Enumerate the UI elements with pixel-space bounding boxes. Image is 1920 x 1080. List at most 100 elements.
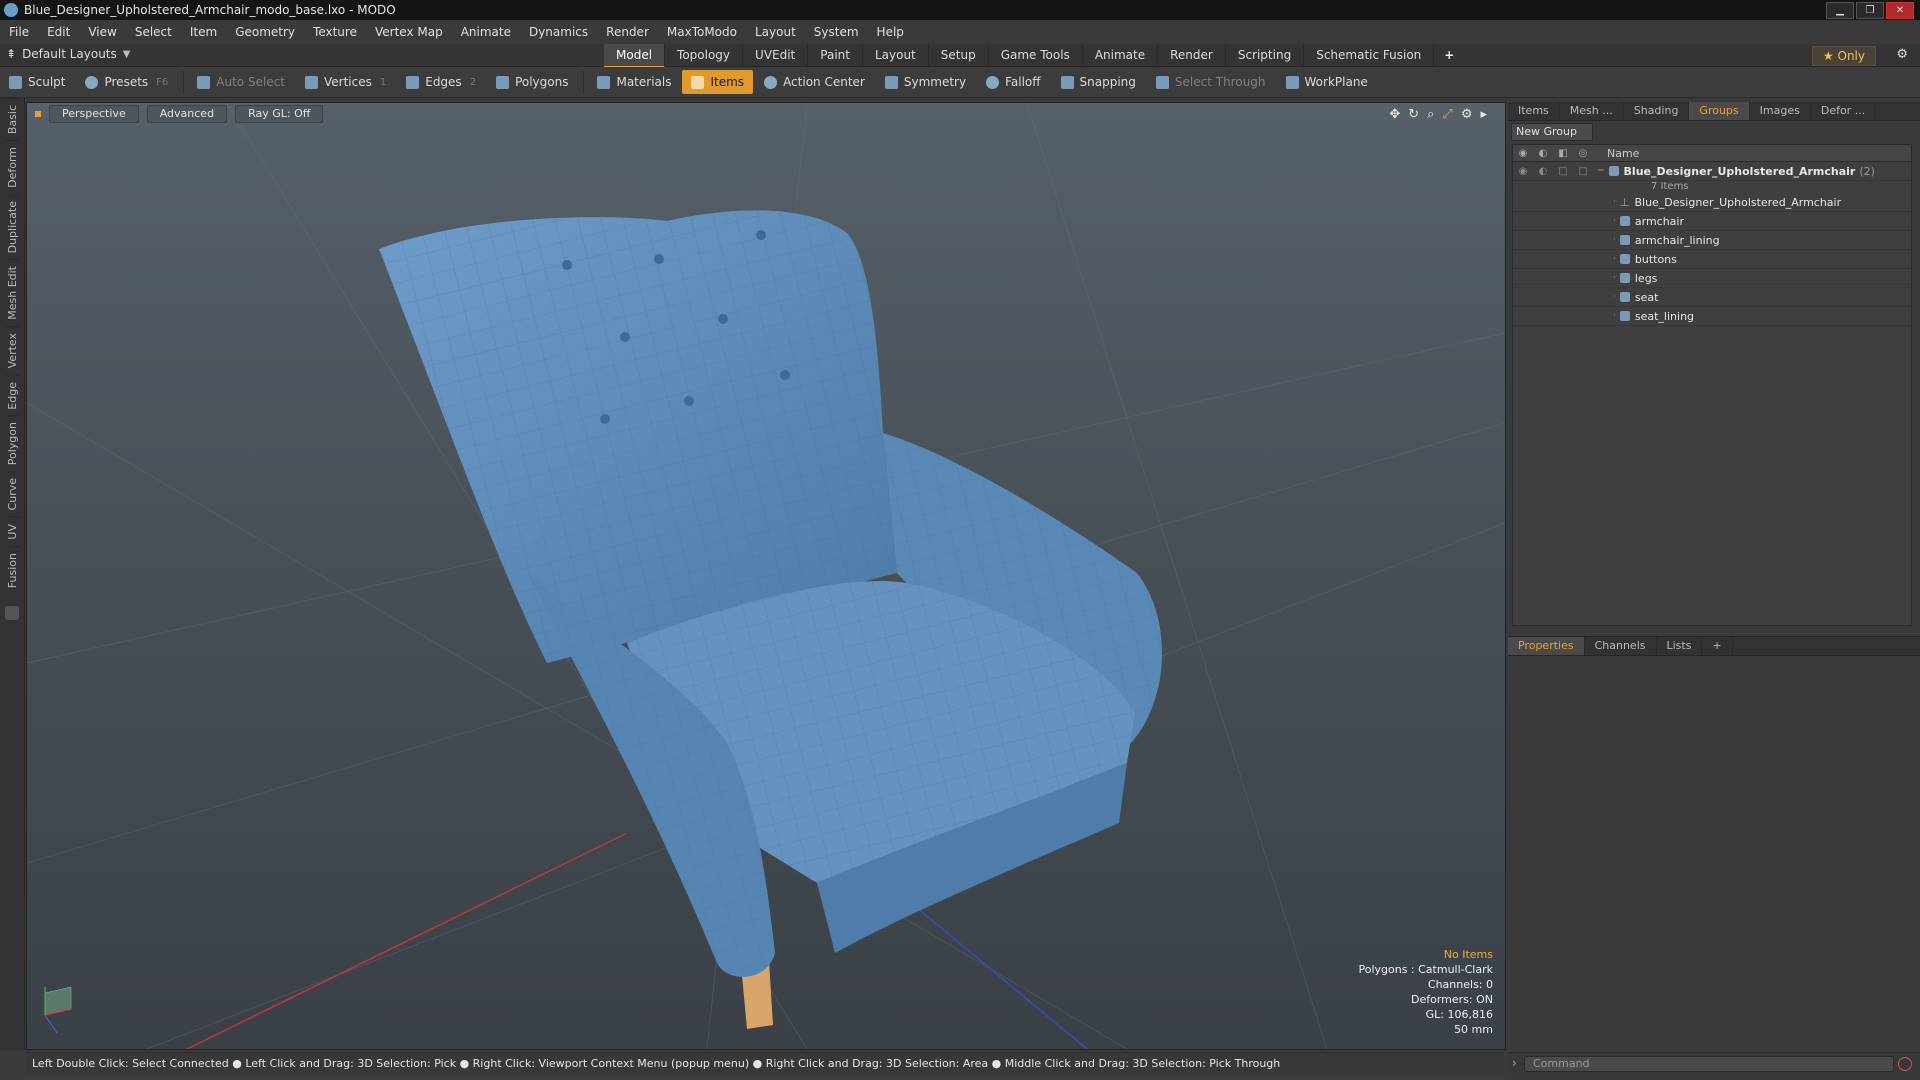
only-button[interactable]: ★ Only [1811,46,1876,66]
materials-button[interactable]: Materials [588,70,680,94]
tab-scripting[interactable]: Scripting [1226,44,1305,66]
advanced-button[interactable]: Advanced [146,105,228,123]
menu-view[interactable]: View [79,25,125,39]
menu-maxtomodo[interactable]: MaxToModo [658,25,746,39]
lock-col-icon[interactable]: ◧ [1553,148,1573,159]
render-toggle-icon[interactable]: ◐ [1533,166,1553,177]
tab-setup[interactable]: Setup [929,44,989,66]
menu-texture[interactable]: Texture [304,25,366,39]
menu-system[interactable]: System [805,25,868,39]
tab-mesh[interactable]: Mesh ... [1560,102,1624,120]
lock-toggle-icon[interactable]: □ [1553,166,1573,177]
viewport-menu-icon[interactable] [35,111,41,117]
left-tab-vertex[interactable]: Vertex [6,326,19,375]
left-tab-duplicate[interactable]: Duplicate [6,194,19,260]
list-item[interactable]: · buttons [1513,250,1911,269]
select-toggle-icon[interactable]: □ [1573,166,1593,177]
tab-groups[interactable]: Groups [1689,102,1750,120]
workplane-button[interactable]: WorkPlane [1277,70,1377,94]
tab-layout[interactable]: Layout [863,44,929,66]
gear-icon[interactable]: ⚙ [1896,47,1908,62]
collapse-icon[interactable]: − [1597,166,1605,176]
action-center-button[interactable]: Action Center [755,70,874,94]
maximize-icon[interactable]: ❐ [1856,2,1884,19]
symmetry-button[interactable]: Symmetry [876,70,975,94]
tab-lists[interactable]: Lists [1657,637,1703,655]
menu-render[interactable]: Render [597,25,658,39]
raygl-button[interactable]: Ray GL: Off [235,105,324,123]
menu-select[interactable]: Select [126,25,181,39]
menu-layout[interactable]: Layout [746,25,805,39]
menu-item[interactable]: Item [181,25,226,39]
close-icon[interactable]: ✕ [1886,2,1914,19]
new-group-button[interactable]: New Group [1511,123,1593,141]
menu-help[interactable]: Help [868,25,913,39]
falloff-button[interactable]: Falloff [977,70,1049,94]
menu-vertex-map[interactable]: Vertex Map [366,25,452,39]
sculpt-button[interactable]: Sculpt [0,70,74,94]
list-item[interactable]: · legs [1513,269,1911,288]
zoom-icon[interactable]: ⌕ [1427,107,1434,122]
menu-geometry[interactable]: Geometry [226,25,304,39]
tab-properties[interactable]: Properties [1508,637,1585,655]
tab-schematic-fusion[interactable]: Schematic Fusion [1304,44,1435,66]
edges-button[interactable]: Edges 2 [397,70,485,94]
list-item[interactable]: · armchair [1513,212,1911,231]
left-tab-edge[interactable]: Edge [6,374,19,416]
visibility-col-icon[interactable]: ◉ [1513,148,1533,159]
left-tab-basic[interactable]: Basic [6,98,19,141]
default-layouts-dropdown[interactable]: ⇞ Default Layouts ▼ [6,47,130,61]
polygons-button[interactable]: Polygons [487,70,577,94]
list-item[interactable]: · seat [1513,288,1911,307]
auto-select-button[interactable]: Auto Select [188,70,294,94]
left-tab-curve[interactable]: Curve [6,471,19,517]
tab-items[interactable]: Items [1508,102,1560,120]
list-item[interactable]: · armchair_lining [1513,231,1911,250]
tab-channels[interactable]: Channels [1585,637,1657,655]
expand-arrow-icon[interactable]: ▸ [1480,107,1487,122]
left-tab-fusion[interactable]: Fusion [6,545,19,594]
menu-file[interactable]: File [0,25,38,39]
3d-viewport[interactable]: Perspective Advanced Ray GL: Off ✥ ↻ ⌕ ⤢… [26,102,1506,1050]
snapping-button[interactable]: Snapping [1052,70,1145,94]
armchair-model[interactable] [379,210,1162,1029]
vertices-button[interactable]: Vertices 1 [296,70,395,94]
menu-dynamics[interactable]: Dynamics [520,25,597,39]
items-button[interactable]: Items [682,70,754,94]
tab-topology[interactable]: Topology [665,44,744,66]
rotate-icon[interactable]: ↻ [1408,107,1419,122]
left-tab-mesh-edit[interactable]: Mesh Edit [6,259,19,327]
tab-paint[interactable]: Paint [808,44,863,66]
view-type-button[interactable]: Perspective [49,105,139,123]
menu-edit[interactable]: Edit [38,25,79,39]
tab-render[interactable]: Render [1158,44,1226,66]
list-item[interactable]: · seat_lining [1513,307,1911,326]
tab-images[interactable]: Images [1750,102,1811,120]
group-row[interactable]: ◉ ◐ □ □ − Blue_Designer_Upholstered_Armchai… [1513,162,1911,181]
left-tab-deform[interactable]: Deform [6,140,19,195]
pan-icon[interactable]: ✥ [1389,107,1400,122]
tab-deformers[interactable]: Defor ... [1811,102,1877,120]
command-stop-icon[interactable] [1898,1057,1912,1071]
visibility-eye-icon[interactable]: ◉ [1513,166,1533,177]
command-input[interactable]: Command [1524,1056,1894,1072]
minimize-icon[interactable]: ▁ [1826,2,1854,19]
add-panel-tab-icon[interactable]: + [1702,637,1733,655]
tab-shading[interactable]: Shading [1624,102,1690,120]
panel-toggle-icon[interactable] [5,605,19,620]
fit-icon[interactable]: ⤢ [1442,107,1452,122]
tab-model[interactable]: Model [604,44,666,68]
add-tab-icon[interactable]: + [1434,44,1464,66]
tab-game-tools[interactable]: Game Tools [989,44,1083,66]
presets-button[interactable]: Presets F6 [76,70,177,94]
select-col-icon[interactable]: ◎ [1573,148,1593,159]
viewport-settings-icon[interactable]: ⚙ [1461,107,1473,122]
left-tab-polygon[interactable]: Polygon [6,415,19,472]
render-col-icon[interactable]: ◐ [1533,148,1553,159]
select-through-button[interactable]: Select Through [1147,70,1275,94]
menu-animate[interactable]: Animate [452,25,520,39]
left-tab-uv[interactable]: UV [6,516,19,546]
tab-animate[interactable]: Animate [1083,44,1159,66]
tab-uvedit[interactable]: UVEdit [743,44,809,66]
list-item[interactable]: · ⊥ Blue_Designer_Upholstered_Armchair [1513,193,1911,212]
